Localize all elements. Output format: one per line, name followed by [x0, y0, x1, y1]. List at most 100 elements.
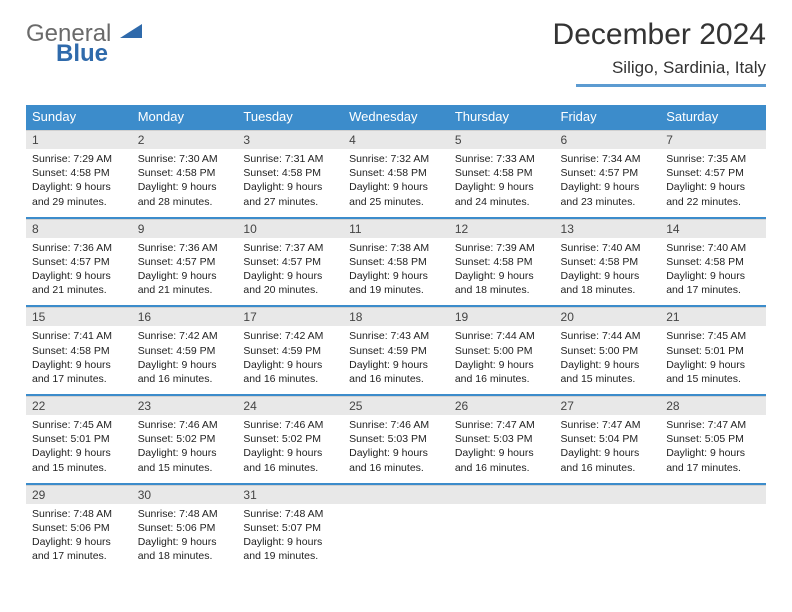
sunset-line: Sunset: 5:01 PM [32, 432, 126, 446]
sunset-line: Sunset: 4:58 PM [455, 166, 549, 180]
calendar-day-cell: 30 Sunrise: 7:48 AMSunset: 5:06 PMDayligh… [132, 484, 238, 572]
day-number: 19 [449, 307, 555, 326]
sunrise-line: Sunrise: 7:44 AM [561, 329, 655, 343]
sunrise-line: Sunrise: 7:34 AM [561, 152, 655, 166]
day-header: Thursday [449, 105, 555, 129]
sunrise-line: Sunrise: 7:46 AM [243, 418, 337, 432]
day-number: 27 [555, 396, 661, 415]
day-body: Sunrise: 7:45 AMSunset: 5:01 PMDaylight:… [660, 326, 766, 394]
calendar-day-cell: 15Sunrise: 7:41 AMSunset: 4:58 PMDayligh… [26, 306, 132, 395]
day-number: 22 [26, 396, 132, 415]
sunrise-line: Sunrise: 7:40 AM [561, 241, 655, 255]
page-title: December 2024 [553, 18, 766, 52]
day-number: 30 [132, 485, 238, 504]
daylight-line: Daylight: 9 hours [32, 446, 126, 460]
daylight-line: and 16 minutes. [349, 461, 443, 475]
day-body: Sunrise: 7:42 AMSunset: 4:59 PMDaylight:… [132, 326, 238, 394]
sunrise-line: Sunrise: 7:48 AM [138, 507, 232, 521]
calendar-day-cell: 19Sunrise: 7:44 AMSunset: 5:00 PMDayligh… [449, 306, 555, 395]
sunset-line: Sunset: 4:57 PM [561, 166, 655, 180]
sunrise-line: Sunrise: 7:38 AM [349, 241, 443, 255]
sunrise-line: Sunrise: 7:48 AM [243, 507, 337, 521]
sunset-line: Sunset: 5:00 PM [455, 344, 549, 358]
calendar-day-cell: 20Sunrise: 7:44 AMSunset: 5:00 PMDayligh… [555, 306, 661, 395]
day-body: Sunrise: 7:42 AMSunset: 4:59 PMDaylight:… [237, 326, 343, 394]
calendar-day-cell: 4Sunrise: 7:32 AMSunset: 4:58 PMDaylight… [343, 129, 449, 218]
calendar-day-cell: 16Sunrise: 7:42 AMSunset: 4:59 PMDayligh… [132, 306, 238, 395]
daylight-line: Daylight: 9 hours [349, 269, 443, 283]
daylight-line: Daylight: 9 hours [561, 180, 655, 194]
sunrise-line: Sunrise: 7:46 AM [138, 418, 232, 432]
calendar-day-cell [343, 484, 449, 572]
daylight-line: Daylight: 9 hours [138, 535, 232, 549]
day-number: 13 [555, 219, 661, 238]
sunrise-line: Sunrise: 7:36 AM [32, 241, 126, 255]
day-body: Sunrise: 7:40 AMSunset: 4:58 PMDaylight:… [555, 238, 661, 306]
daylight-line: Daylight: 9 hours [455, 446, 549, 460]
day-body-empty [343, 504, 449, 560]
brand-triangle-icon [120, 24, 142, 38]
sunrise-line: Sunrise: 7:45 AM [666, 329, 760, 343]
sunset-line: Sunset: 4:58 PM [32, 344, 126, 358]
calendar-day-cell: 2Sunrise: 7:30 AMSunset: 4:58 PMDaylight… [132, 129, 238, 218]
calendar-day-cell: 9Sunrise: 7:36 AMSunset: 4:57 PMDaylight… [132, 218, 238, 307]
day-body: Sunrise: 7:36 AMSunset: 4:57 PMDaylight:… [26, 238, 132, 306]
sunset-line: Sunset: 4:59 PM [243, 344, 337, 358]
calendar-day-cell: 8Sunrise: 7:36 AMSunset: 4:57 PMDaylight… [26, 218, 132, 307]
daylight-line: and 15 minutes. [666, 372, 760, 386]
sunset-line: Sunset: 5:06 PM [32, 521, 126, 535]
sunset-line: Sunset: 4:58 PM [349, 166, 443, 180]
day-number: 4 [343, 130, 449, 149]
daylight-line: Daylight: 9 hours [455, 358, 549, 372]
sunset-line: Sunset: 4:58 PM [561, 255, 655, 269]
day-body: Sunrise: 7:45 AMSunset: 5:01 PMDaylight:… [26, 415, 132, 483]
sunrise-line: Sunrise: 7:45 AM [32, 418, 126, 432]
location-subtitle: Siligo, Sardinia, Italy [576, 58, 766, 87]
calendar-header-row: SundayMondayTuesdayWednesdayThursdayFrid… [26, 105, 766, 129]
day-body: Sunrise: 7:36 AMSunset: 4:57 PMDaylight:… [132, 238, 238, 306]
day-body: Sunrise: 7:31 AMSunset: 4:58 PMDaylight:… [237, 149, 343, 217]
sunrise-line: Sunrise: 7:46 AM [349, 418, 443, 432]
sunset-line: Sunset: 5:06 PM [138, 521, 232, 535]
day-header: Friday [555, 105, 661, 129]
day-number: 18 [343, 307, 449, 326]
day-number: 20 [555, 307, 661, 326]
calendar-week-row: 8Sunrise: 7:36 AMSunset: 4:57 PMDaylight… [26, 218, 766, 307]
sunset-line: Sunset: 5:00 PM [561, 344, 655, 358]
sunset-line: Sunset: 4:57 PM [32, 255, 126, 269]
calendar-day-cell: 6Sunrise: 7:34 AMSunset: 4:57 PMDaylight… [555, 129, 661, 218]
day-body: Sunrise: 7:47 AMSunset: 5:04 PMDaylight:… [555, 415, 661, 483]
daylight-line: and 18 minutes. [138, 549, 232, 563]
day-body: Sunrise: 7:43 AMSunset: 4:59 PMDaylight:… [343, 326, 449, 394]
daylight-line: Daylight: 9 hours [455, 180, 549, 194]
daylight-line: Daylight: 9 hours [32, 180, 126, 194]
day-number: 10 [237, 219, 343, 238]
sunset-line: Sunset: 4:58 PM [32, 166, 126, 180]
day-body: Sunrise: 7:33 AMSunset: 4:58 PMDaylight:… [449, 149, 555, 217]
daylight-line: Daylight: 9 hours [138, 180, 232, 194]
daylight-line: and 15 minutes. [32, 461, 126, 475]
daylight-line: Daylight: 9 hours [243, 358, 337, 372]
calendar-day-cell: 23Sunrise: 7:46 AMSunset: 5:02 PMDayligh… [132, 395, 238, 484]
day-number-empty [449, 485, 555, 504]
calendar-week-row: 1Sunrise: 7:29 AMSunset: 4:58 PMDaylight… [26, 129, 766, 218]
calendar-day-cell: 3Sunrise: 7:31 AMSunset: 4:58 PMDaylight… [237, 129, 343, 218]
day-number-empty [660, 485, 766, 504]
day-body: Sunrise: 7:47 AMSunset: 5:03 PMDaylight:… [449, 415, 555, 483]
daylight-line: and 16 minutes. [561, 461, 655, 475]
sunrise-line: Sunrise: 7:47 AM [561, 418, 655, 432]
calendar-day-cell: 27Sunrise: 7:47 AMSunset: 5:04 PMDayligh… [555, 395, 661, 484]
calendar-day-cell: 11Sunrise: 7:38 AMSunset: 4:58 PMDayligh… [343, 218, 449, 307]
sunrise-line: Sunrise: 7:31 AM [243, 152, 337, 166]
day-number: 8 [26, 219, 132, 238]
daylight-line: Daylight: 9 hours [666, 446, 760, 460]
daylight-line: Daylight: 9 hours [561, 269, 655, 283]
daylight-line: and 21 minutes. [32, 283, 126, 297]
calendar-day-cell: 31Sunrise: 7:48 AMSunset: 5:07 PMDayligh… [237, 484, 343, 572]
sunrise-line: Sunrise: 7:35 AM [666, 152, 760, 166]
calendar-day-cell: 10Sunrise: 7:37 AMSunset: 4:57 PMDayligh… [237, 218, 343, 307]
calendar-day-cell: 12Sunrise: 7:39 AMSunset: 4:58 PMDayligh… [449, 218, 555, 307]
daylight-line: Daylight: 9 hours [243, 446, 337, 460]
day-number: 16 [132, 307, 238, 326]
day-header: Monday [132, 105, 238, 129]
